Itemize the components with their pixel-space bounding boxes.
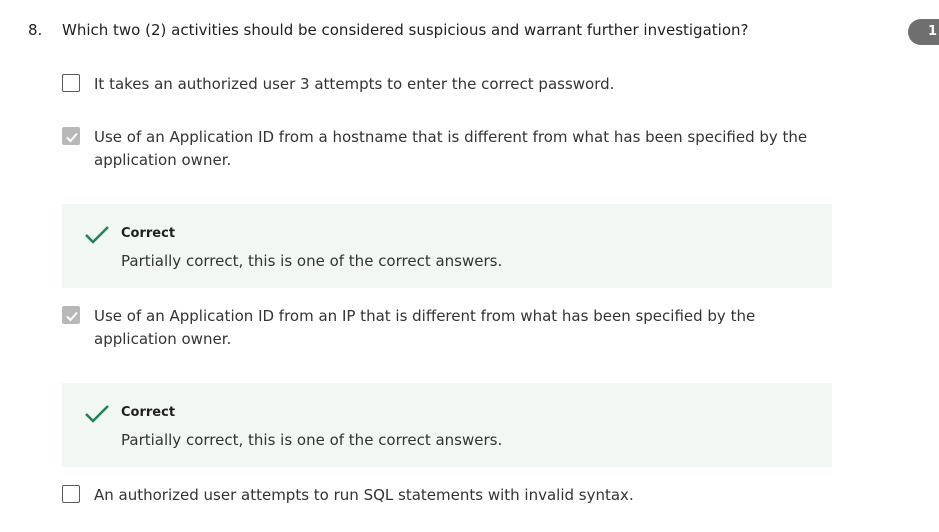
- option-label: Use of an Application ID from a hostname…: [94, 128, 808, 169]
- feedback-text: Partially correct, this is one of the co…: [121, 431, 503, 449]
- check-icon: [66, 311, 78, 322]
- checkbox-checked[interactable]: [62, 127, 80, 145]
- checkbox-checked[interactable]: [62, 306, 80, 324]
- points-badge: 1: [908, 19, 939, 45]
- check-icon: [66, 132, 78, 143]
- option-label: Use of an Application ID from an IP that…: [94, 307, 756, 348]
- option-label: It takes an authorized user 3 attempts t…: [94, 75, 615, 93]
- feedback-title: Correct: [121, 405, 176, 420]
- option-label: An authorized user attempts to run SQL s…: [94, 486, 634, 504]
- feedback-panel: Correct Partially correct, this is one o…: [62, 383, 832, 467]
- feedback-text: Partially correct, this is one of the co…: [121, 252, 503, 270]
- feedback-panel: Correct Partially correct, this is one o…: [62, 204, 832, 288]
- feedback-title: Correct: [121, 226, 176, 241]
- question-number: 8.: [28, 21, 43, 39]
- checkmark-icon: [85, 226, 109, 244]
- question-text: Which two (2) activities should be consi…: [62, 21, 749, 39]
- checkbox[interactable]: [62, 485, 80, 503]
- checkbox[interactable]: [62, 74, 80, 92]
- checkmark-icon: [85, 405, 109, 423]
